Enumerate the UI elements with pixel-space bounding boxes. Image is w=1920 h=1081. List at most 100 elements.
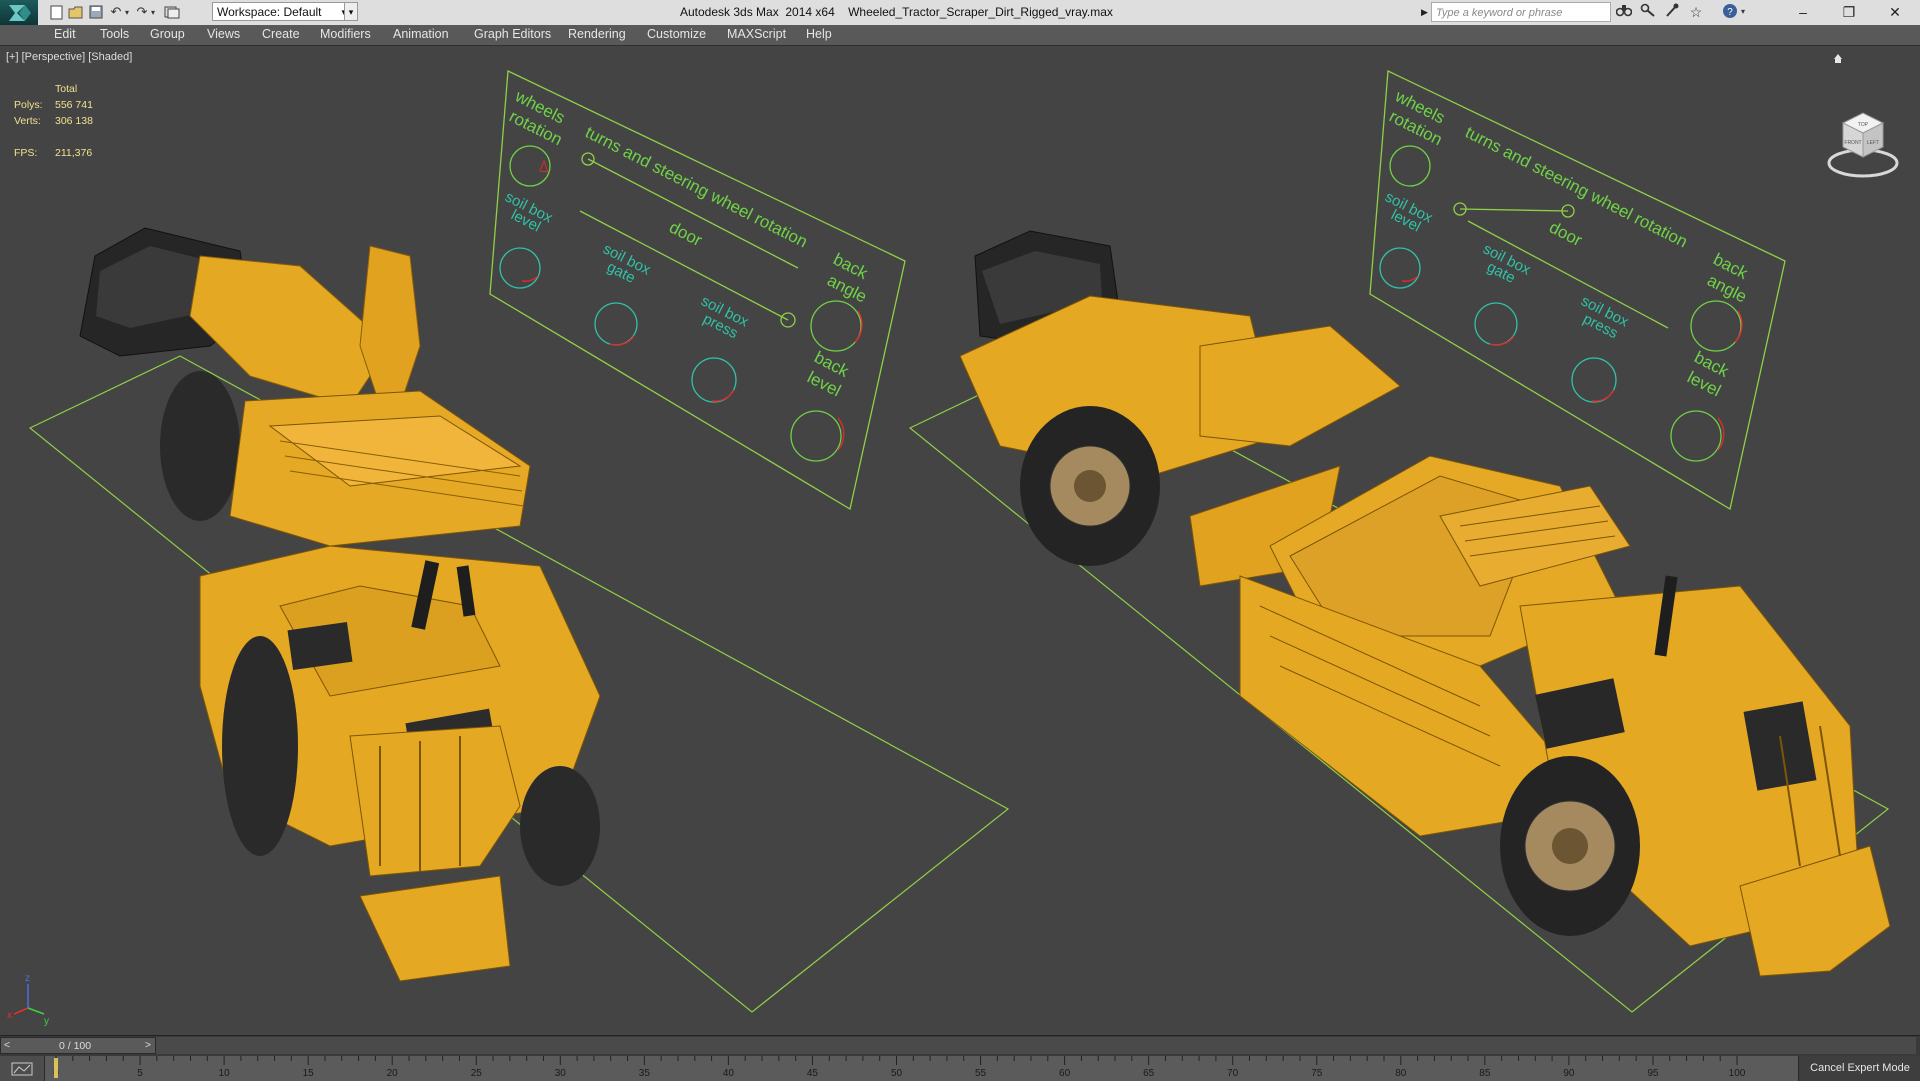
axis-gizmo: z x y [7,973,49,1027]
help-dropdown-icon[interactable]: ▾ [1738,3,1748,21]
viewcube-front-label: FRONT [1844,140,1861,146]
svg-text:door: door [666,218,705,251]
binoculars-icon[interactable] [1614,3,1634,21]
tractor-scraper-model-left[interactable] [79,227,601,982]
perspective-viewport[interactable]: wheels rotation turns and steering wheel… [0,45,1920,1036]
ruler-tick-label: 10 [219,1068,231,1079]
star-icon[interactable]: ☆ [1686,3,1706,21]
ruler-tick-label: 95 [1647,1068,1659,1079]
menu-animation[interactable]: Animation [393,27,449,41]
menu-customize[interactable]: Customize [647,27,706,41]
search-input[interactable]: Type a keyword or phrase [1431,2,1611,22]
rig-panel-left: wheels rotation turns and steering wheel… [489,70,906,511]
polys-label: Polys: [14,99,43,111]
max-logo-icon [9,4,31,21]
ruler-tick-label: 40 [723,1068,735,1079]
ruler-tick-label: 25 [471,1068,483,1079]
ruler-tick-label: 90 [1563,1068,1575,1079]
ruler-tick-label: 60 [1059,1068,1071,1079]
polys-value: 556 741 [55,99,93,111]
svg-text:?: ? [1727,7,1733,18]
menu-bar: Edit Tools Group Views Create Modifiers … [0,25,1920,45]
menu-modifiers[interactable]: Modifiers [320,27,371,41]
fps-label: FPS: [14,147,38,159]
ruler-tick-label: 50 [891,1068,903,1079]
app-title: Autodesk 3ds Max 2014 x64 [680,5,835,19]
frame-ruler[interactable]: 0510152025303540455055606570758085909510… [44,1056,1798,1081]
minimize-button[interactable]: – [1780,0,1826,25]
ruler-tick-label: 70 [1227,1068,1239,1079]
ruler-tick-label: 30 [555,1068,567,1079]
communication-icon[interactable] [1662,3,1682,21]
prev-frame-button[interactable]: < [4,1039,10,1051]
ctrl-soil-box-gate [594,302,638,346]
menu-group[interactable]: Group [150,27,185,41]
menu-rendering[interactable]: Rendering [568,27,626,41]
new-file-icon[interactable] [46,3,66,21]
viewcube-left-label: LEFT [1867,140,1879,146]
ctrl-soil-box-level [499,247,541,289]
ctrl-back-angle [810,300,862,352]
curve-editor-icon[interactable] [0,1056,45,1081]
menu-views[interactable]: Views [207,27,240,41]
restore-button[interactable]: ❐ [1826,0,1872,25]
ruler-tick-label: 100 [1729,1068,1746,1079]
ctrl-back-level [790,410,842,462]
title-bar: ↶ ▾ ↷ ▾ Workspace: Default ▾ ▾ Autodesk … [0,0,1920,26]
fps-value: 211,376 [55,147,93,159]
stats-header: Total [55,83,78,95]
verts-label: Verts: [14,115,41,127]
time-slider[interactable]: < 0 / 100 > [0,1037,156,1054]
label-door: door [666,218,705,251]
viewcube-top-label: TOP [1858,122,1869,128]
menu-maxscript[interactable]: MAXScript [727,27,786,41]
workspace-selector[interactable]: Workspace: Default ▾ [212,2,350,21]
redo-dropdown-icon[interactable]: ▾ [148,3,158,21]
timeline: 0510152025303540455055606570758085909510… [0,1056,1920,1081]
home-icon[interactable] [1834,54,1842,63]
svg-text:door: door [1546,218,1585,251]
track-bar: < 0 / 100 > 0510152025303540455055606570… [0,1035,1920,1081]
undo-dropdown-icon[interactable]: ▾ [122,3,132,21]
ruler-tick-label: 75 [1311,1068,1323,1079]
menu-tools[interactable]: Tools [100,27,129,41]
rig-panel-right: wheels rotation turns and steering wheel… [1369,70,1786,511]
frame-display: 0 / 100 [59,1040,92,1052]
app-menu-button[interactable] [0,0,38,25]
current-frame-marker [54,1058,58,1078]
key-tools-icon[interactable] [1638,3,1658,21]
window-title: Autodesk 3ds Max 2014 x64 Wheeled_Tracto… [680,5,1113,19]
open-folder-icon[interactable] [66,3,86,21]
ruler-tick-label: 55 [975,1068,987,1079]
ctrl-wheels-rotation [509,145,551,187]
cancel-expert-mode-button[interactable]: Cancel Expert Mode [1798,1056,1920,1081]
ruler-tick-label: 65 [1143,1068,1155,1079]
save-icon[interactable] [86,3,106,21]
file-name: Wheeled_Tractor_Scraper_Dirt_Rigged_vray… [848,5,1113,19]
tractor-scraper-model-right[interactable] [959,230,1891,977]
ruler-tick-label: 45 [807,1068,819,1079]
axis-label-y: y [44,1016,49,1027]
ruler-tick-label: 85 [1479,1068,1491,1079]
menu-create[interactable]: Create [262,27,300,41]
project-folder-icon[interactable] [162,3,182,21]
workspace-label: Workspace: Default [217,5,322,19]
viewcube[interactable]: TOP FRONT LEFT [1827,112,1899,178]
menu-graph-editors[interactable]: Graph Editors [474,27,551,41]
axis-label-x: x [7,1010,12,1021]
next-frame-button[interactable]: > [145,1039,151,1051]
help-icon[interactable]: ? [1720,3,1740,21]
ruler-tick-label: 20 [387,1068,399,1079]
menu-edit[interactable]: Edit [54,27,76,41]
ruler-tick-label: 15 [303,1068,315,1079]
close-button[interactable]: ✕ [1872,0,1918,25]
search-expand-icon[interactable]: ▶ [1421,3,1431,21]
axis-label-z: z [25,973,30,984]
ruler-tick-label: 5 [137,1068,143,1079]
scene-canvas[interactable]: wheels rotation turns and steering wheel… [0,46,1920,1036]
menu-help[interactable]: Help [806,27,832,41]
viewport-label[interactable]: [+] [Perspective] [Shaded] [6,51,132,63]
workspace-dropdown-button[interactable]: ▾ [344,2,358,21]
ruler-tick-label: 80 [1395,1068,1407,1079]
time-slider-track[interactable] [156,1037,1916,1054]
